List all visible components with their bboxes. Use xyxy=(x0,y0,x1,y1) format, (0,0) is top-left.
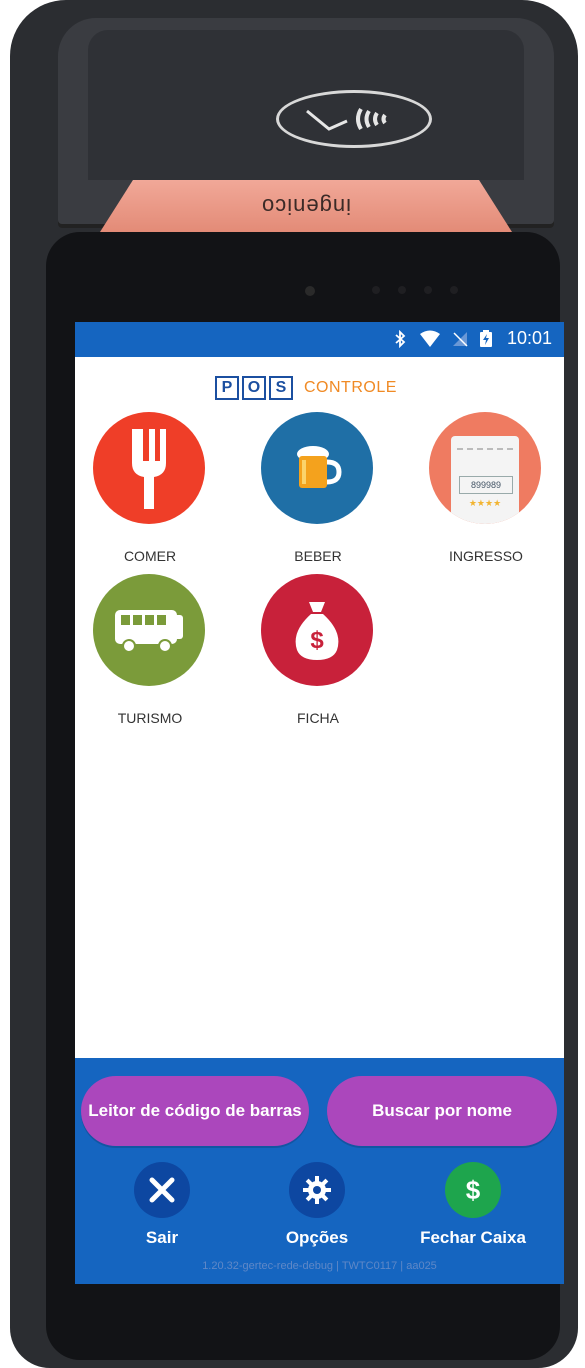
beer-mug-icon xyxy=(261,412,373,524)
pos-controle-logo: P O S CONTROLE xyxy=(215,376,397,400)
ticket-paper: 899989 ★★★★ xyxy=(451,436,519,524)
version-text: 1.20.32-gertec-rede-debug | TWTC0117 | a… xyxy=(202,1260,437,1272)
gear-icon xyxy=(289,1162,345,1218)
logo-word: CONTROLE xyxy=(304,379,397,396)
wifi-icon xyxy=(419,330,441,348)
tile-turismo[interactable]: TURISMO xyxy=(75,574,215,726)
search-by-name-button[interactable]: Buscar por nome xyxy=(327,1076,557,1146)
tile-beber[interactable]: BEBER xyxy=(243,412,383,564)
fork-icon xyxy=(93,412,205,524)
tile-ingresso[interactable]: 899989 ★★★★ INGRESSO xyxy=(411,412,551,564)
money-bag-icon: $ xyxy=(261,574,373,686)
logo-letter: O xyxy=(242,376,266,400)
contactless-icon xyxy=(276,90,432,148)
logo-letter: S xyxy=(269,376,293,400)
sensor-dot xyxy=(450,286,458,294)
app-screen: 10:01 P O S CONTROLE COMER BEBER 899989 … xyxy=(75,322,564,1284)
barcode-reader-button[interactable]: Leitor de código de barras xyxy=(81,1076,309,1146)
action-label: Sair xyxy=(145,1228,179,1247)
ticket-stars-icon: ★★★★ xyxy=(468,498,502,508)
tile-label: INGRESSO xyxy=(449,548,523,564)
front-camera xyxy=(305,286,315,296)
tile-label: COMER xyxy=(123,548,177,564)
close-icon xyxy=(134,1162,190,1218)
sensor-dot xyxy=(424,286,432,294)
tile-label: FICHA xyxy=(297,710,339,726)
close-register-button[interactable]: $ Fechar Caixa xyxy=(403,1162,543,1248)
device-top-inner xyxy=(88,30,524,180)
status-icons: 10:01 xyxy=(391,328,552,349)
svg-text:$: $ xyxy=(310,627,324,654)
ticket-icon: 899989 ★★★★ xyxy=(429,412,541,524)
exit-button[interactable]: Sair xyxy=(92,1162,232,1248)
ticket-number: 899989 xyxy=(459,476,513,494)
tile-label: TURISMO xyxy=(117,710,183,726)
status-time: 10:01 xyxy=(506,328,552,348)
options-button[interactable]: Opções xyxy=(247,1162,387,1248)
tile-ficha[interactable]: $ FICHA xyxy=(243,574,383,726)
signal-icon xyxy=(451,330,469,348)
action-label: Opções xyxy=(285,1228,349,1247)
printer-cover: ingenico xyxy=(100,180,512,232)
status-bar: 10:01 xyxy=(75,322,564,357)
device-top-cap: ingenico xyxy=(58,18,554,232)
bluetooth-icon xyxy=(391,329,409,348)
logo-letter: P xyxy=(215,376,239,400)
tile-label: BEBER xyxy=(294,548,342,564)
dollar-icon: $ xyxy=(445,1162,501,1218)
svg-text:$: $ xyxy=(466,1175,481,1205)
sensor-dot xyxy=(398,286,406,294)
battery-charging-icon xyxy=(479,329,497,348)
action-label: Fechar Caixa xyxy=(420,1228,526,1247)
sensor-dot xyxy=(372,286,380,294)
bus-icon xyxy=(93,574,205,686)
brand-label: ingenico xyxy=(261,194,351,219)
tile-comer[interactable]: COMER xyxy=(75,412,215,564)
